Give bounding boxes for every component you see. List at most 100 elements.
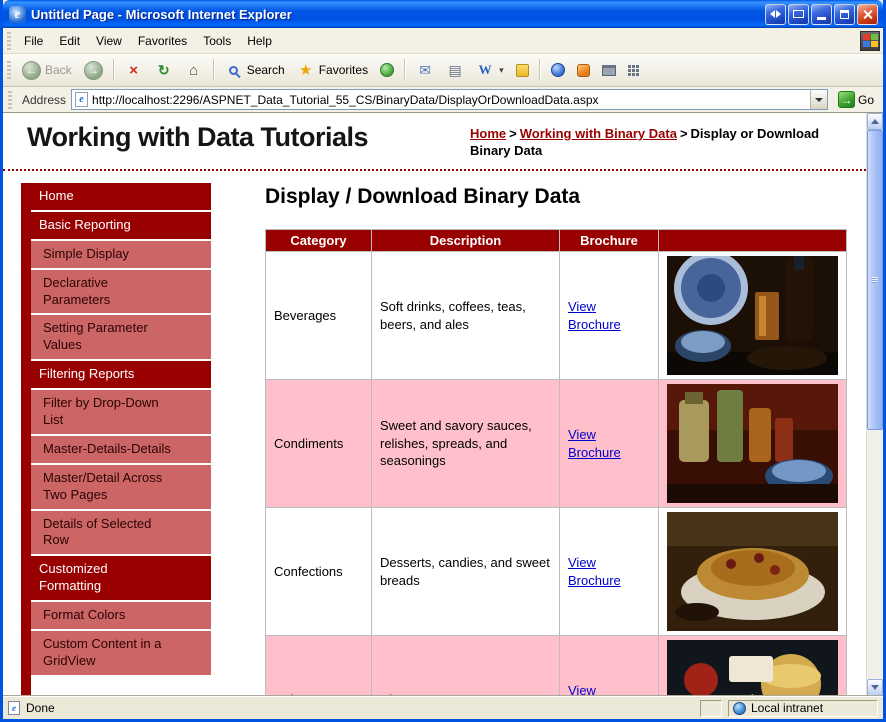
research-icon [577,64,590,77]
home-icon: ⌂ [185,61,203,79]
toolbar-grip[interactable] [7,61,11,79]
sidebar-item-format-colors[interactable]: Format Colors [31,602,211,629]
close-button[interactable] [857,4,878,25]
print-icon: ▤ [446,61,464,79]
sidebar-item-filter-by-drop-down-list[interactable]: Filter by Drop-Down List [31,390,211,434]
sidebar-item-basic-reporting[interactable]: Basic Reporting [21,212,211,239]
description-cell: Sweet and savory sauces, relishes, sprea… [372,380,560,508]
scrollbar-track[interactable] [867,130,883,679]
menu-file[interactable]: File [16,30,51,52]
menu-help[interactable]: Help [239,30,280,52]
web-page: Working with Data Tutorials Home>Working… [3,113,866,696]
sidebar-item-setting-parameter-values[interactable]: Setting Parameter Values [31,315,211,359]
forward-arrow-icon: → [84,61,103,80]
go-button[interactable]: → Go [833,89,879,110]
sidebar-item-master-details-details[interactable]: Master-Details-Details [31,436,211,463]
refresh-button[interactable]: ↻ [149,58,179,82]
categories-table: Category Description Brochure Beverages … [265,229,847,696]
sidebar-item-master-detail-across-two-pages[interactable]: Master/Detail Across Two Pages [31,465,211,509]
ie-app-icon [9,6,26,23]
forward-button[interactable]: → [78,58,109,83]
description-cell: Cheeses [372,636,560,697]
history-icon [380,63,394,77]
grid-icon [628,64,640,76]
search-button[interactable]: Search [219,58,291,82]
title-bar[interactable]: Untitled Page - Microsoft Internet Explo… [3,0,883,28]
mail-button[interactable]: ✉ [410,58,440,82]
keypad-button[interactable] [622,61,646,79]
page-icon [75,92,88,107]
refresh-icon: ↻ [155,61,173,79]
edit-with-word-button[interactable]: W ▾ [470,58,510,82]
maximize-button[interactable] [834,4,855,25]
sidebar-item-home[interactable]: Home [21,183,211,210]
messenger-button[interactable] [545,60,571,80]
condiments-photo [667,384,838,503]
scrollbar-thumb[interactable] [867,130,883,430]
history-button[interactable] [374,60,400,80]
restore-icon [840,10,849,19]
sidebar-item-custom-content-in-a-gridview[interactable]: Custom Content in a GridView [31,631,211,675]
arrow-down-icon [871,685,879,694]
site-title: Working with Data Tutorials [27,122,368,153]
go-arrow-icon: → [838,91,855,108]
view-brochure-link[interactable]: View Brochure [568,298,630,333]
breadcrumb-section-link[interactable]: Working with Binary Data [520,126,677,141]
view-brochure-link[interactable]: View Brochure [568,554,630,589]
home-button[interactable]: ⌂ [179,58,209,82]
column-header-image [659,230,847,252]
view-brochure-link[interactable]: View Brochure [568,426,630,461]
menu-edit[interactable]: Edit [51,30,88,52]
menu-grip[interactable] [7,32,11,50]
scroll-down-button[interactable] [867,679,883,696]
description-cell: Desserts, candies, and sweet breads [372,508,560,636]
print-button[interactable]: ▤ [440,58,470,82]
sidebar-item-customized-formatting[interactable]: Customized Formatting [21,556,211,600]
category-cell: Confections [266,508,372,636]
minimize-button[interactable] [811,4,832,25]
sidebar-item-filtering-reports[interactable]: Filtering Reports [21,361,211,388]
address-dropdown-button[interactable] [810,90,827,109]
sites-button[interactable] [596,62,622,79]
menu-tools[interactable]: Tools [195,30,239,52]
table-row: Confections Desserts, candies, and sweet… [266,508,847,636]
favorites-button[interactable]: ★ Favorites [291,58,374,82]
confections-photo [667,512,838,631]
close-icon [862,9,873,20]
view-brochure-link[interactable]: View Brochure [568,682,630,696]
beverages-photo [667,256,838,375]
masthead: Working with Data Tutorials Home>Working… [3,113,866,171]
status-bar: Done Local intranet [3,696,883,719]
sidebar-item-declarative-parameters[interactable]: Declarative Parameters [31,270,211,314]
description-cell: Soft drinks, coffees, teas, beers, and a… [372,252,560,380]
search-icon [225,61,243,79]
fullscreen-button[interactable] [788,4,809,25]
dairy-photo [667,640,838,696]
category-cell: Dairy [266,636,372,697]
menu-view[interactable]: View [88,30,130,52]
menu-favorites[interactable]: Favorites [130,30,195,52]
sidebar-nav: Home Basic Reporting Simple Display Decl… [21,183,211,696]
scroll-up-button[interactable] [867,113,883,130]
main-content: Display / Download Binary Data Category … [265,183,847,696]
status-pane [700,700,722,717]
sidebar-item-simple-display[interactable]: Simple Display [31,241,211,268]
table-row: Condiments Sweet and savory sauces, reli… [266,380,847,508]
stop-button[interactable]: × [119,58,149,82]
research-button[interactable] [571,61,596,80]
status-text: Done [26,701,55,715]
discuss-button[interactable] [510,61,535,80]
back-button[interactable]: ← Back [16,58,78,83]
pan-arrows-button[interactable] [765,4,786,25]
browser-viewport: Working with Data Tutorials Home>Working… [3,113,883,696]
breadcrumb-separator: > [509,126,517,141]
address-grip[interactable] [8,91,12,109]
address-input-wrap [71,89,828,110]
address-input[interactable] [92,93,810,107]
vertical-scrollbar[interactable] [866,113,883,696]
windows-logo-icon [860,31,880,51]
minimize-icon [817,17,826,20]
breadcrumb: Home>Working with Binary Data>Display or… [470,126,866,160]
breadcrumb-home-link[interactable]: Home [470,126,506,141]
sidebar-item-details-of-selected-row[interactable]: Details of Selected Row [31,511,211,555]
